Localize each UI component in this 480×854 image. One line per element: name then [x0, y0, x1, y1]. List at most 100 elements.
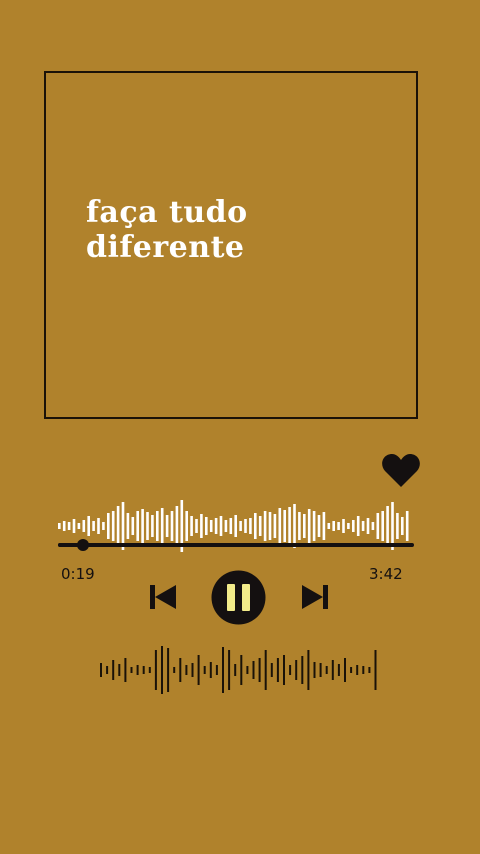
- waveform-bar: [301, 656, 304, 684]
- waveform-bar: [254, 513, 257, 539]
- waveform-bar: [203, 666, 206, 674]
- waveform-bar: [258, 658, 261, 682]
- total-time: 3:42: [369, 565, 403, 583]
- waveform-bar: [350, 667, 353, 673]
- progress-bar[interactable]: [58, 539, 414, 551]
- waveform-bar: [209, 662, 212, 678]
- waveform-bar: [58, 523, 61, 529]
- waveform-bar: [273, 514, 277, 538]
- waveform-bar: [356, 665, 359, 675]
- waveform-bar: [298, 512, 301, 540]
- waveform-bar: [156, 511, 159, 541]
- waveform-bar: [142, 666, 145, 674]
- waveform-bar: [312, 511, 316, 541]
- waveform-bar: [258, 516, 262, 536]
- waveform-bar: [263, 511, 267, 541]
- waveform-bar: [111, 511, 115, 541]
- waveform-bar: [295, 660, 298, 680]
- waveform-bar: [327, 523, 331, 529]
- waveform-bar: [249, 518, 252, 534]
- waveform-bar: [107, 513, 110, 539]
- waveform-bar: [240, 655, 243, 685]
- waveform-bar: [191, 663, 194, 677]
- waveform-bar: [141, 509, 144, 543]
- waveform-bar: [62, 521, 66, 531]
- waveform-bar: [224, 520, 228, 532]
- waveform-bar: [72, 519, 76, 533]
- waveform-bar: [170, 511, 174, 541]
- waveform-bar: [293, 504, 296, 548]
- waveform-bar: [116, 506, 120, 546]
- waveform-bar: [185, 511, 188, 541]
- waveform-bar: [165, 515, 169, 537]
- waveform-bar: [190, 516, 193, 536]
- waveform-bar: [185, 665, 188, 675]
- waveform-bar: [222, 647, 224, 693]
- waveform-bar: [307, 650, 310, 690]
- waveform-bar: [160, 508, 164, 544]
- waveform-bar: [289, 665, 292, 675]
- waveform-bar: [362, 666, 365, 674]
- waveform-bar: [151, 515, 154, 537]
- waveform-bar: [219, 516, 223, 536]
- waveform-bar: [92, 521, 95, 531]
- waveform-bar: [356, 516, 360, 536]
- waveform-bar: [87, 516, 90, 536]
- waveform-bar: [130, 667, 133, 673]
- waveform-bar: [278, 508, 282, 544]
- waveform-bar: [313, 662, 316, 678]
- waveform-bar: [148, 667, 151, 673]
- pause-button[interactable]: [211, 570, 266, 625]
- waveform-bar: [325, 666, 328, 674]
- waveform-bar: [352, 520, 355, 532]
- waveform-bar: [106, 666, 109, 674]
- waveform-bar: [234, 515, 237, 537]
- waveform-bar: [252, 661, 255, 679]
- waveform-bar: [136, 511, 139, 541]
- waveform-bar: [200, 514, 203, 538]
- waveform-bar: [234, 664, 237, 676]
- skip-next-icon[interactable]: [301, 584, 329, 610]
- waveform-bar: [173, 667, 176, 673]
- waveform-bar: [179, 658, 182, 682]
- waveform-bar: [331, 660, 334, 680]
- waveform-bar: [368, 667, 371, 673]
- waveform-bar: [288, 507, 291, 545]
- waveform-bar: [347, 523, 350, 529]
- waveform-bar: [322, 512, 326, 540]
- waveform-bar: [100, 663, 102, 677]
- waveform-bar: [337, 664, 340, 676]
- waveform-bar: [136, 665, 139, 675]
- waveform-bar: [366, 518, 370, 534]
- waveform-bar: [283, 655, 285, 685]
- waveform-bar: [317, 515, 321, 537]
- waveform-bottom: [100, 646, 377, 694]
- heart-icon[interactable]: [382, 452, 420, 488]
- progress-knob[interactable]: [76, 539, 89, 551]
- waveform-bar: [268, 512, 272, 540]
- waveform-bar: [381, 511, 384, 541]
- waveform-bar: [303, 514, 306, 538]
- waveform-bar: [371, 522, 375, 530]
- waveform-bar: [215, 665, 218, 675]
- waveform-bar: [342, 519, 345, 533]
- waveform-bar: [102, 522, 105, 530]
- waveform-bar: [67, 522, 71, 530]
- waveform-bar: [332, 521, 335, 531]
- waveform-bar: [276, 658, 279, 682]
- album-art-frame: faça tudo diferente: [44, 71, 418, 419]
- waveform-bar: [264, 650, 267, 690]
- waveform-bar: [239, 521, 242, 531]
- waveform-bar: [112, 660, 115, 680]
- pause-icon: [227, 584, 235, 611]
- waveform-bar: [376, 513, 380, 539]
- song-title-artwork: faça tudo diferente: [86, 195, 248, 265]
- waveform-bar: [97, 518, 100, 534]
- skip-previous-icon[interactable]: [149, 584, 177, 610]
- waveform-bar: [344, 658, 346, 682]
- waveform-bar: [401, 517, 404, 535]
- waveform-bar: [229, 518, 233, 534]
- waveform-bar: [337, 522, 340, 530]
- waveform-bar: [246, 666, 249, 674]
- waveform-bar: [131, 517, 135, 535]
